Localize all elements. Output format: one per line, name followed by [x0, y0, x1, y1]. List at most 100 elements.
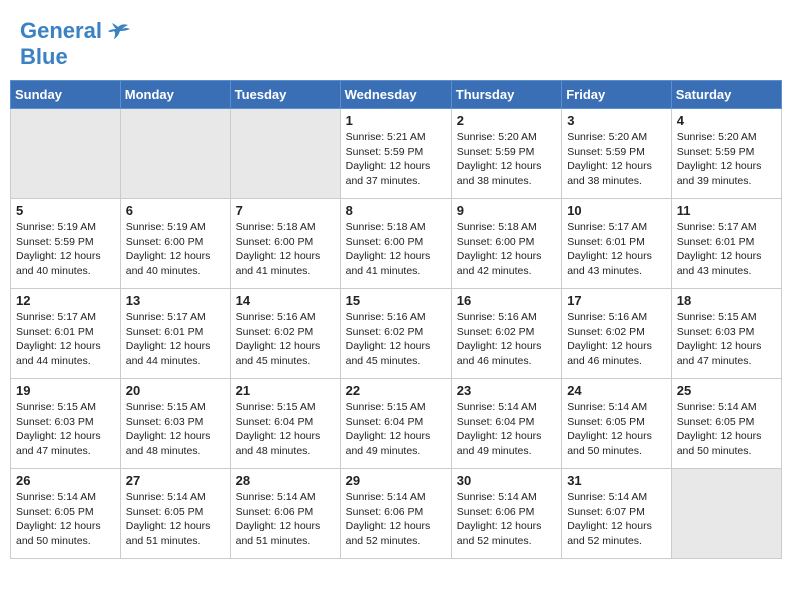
day-info: Sunrise: 5:14 AM Sunset: 6:06 PM Dayligh…	[236, 490, 335, 549]
calendar-cell: 2 Sunrise: 5:20 AM Sunset: 5:59 PM Daylig…	[451, 109, 561, 199]
day-info: Sunrise: 5:17 AM Sunset: 6:01 PM Dayligh…	[126, 310, 225, 369]
day-number: 26	[16, 473, 115, 488]
calendar-cell: 20 Sunrise: 5:15 AM Sunset: 6:03 PM Dayli…	[120, 379, 230, 469]
day-number: 1	[346, 113, 446, 128]
day-info: Sunrise: 5:18 AM Sunset: 6:00 PM Dayligh…	[236, 220, 335, 279]
day-number: 11	[677, 203, 776, 218]
calendar-cell: 5 Sunrise: 5:19 AM Sunset: 5:59 PM Daylig…	[11, 199, 121, 289]
calendar-cell: 8 Sunrise: 5:18 AM Sunset: 6:00 PM Daylig…	[340, 199, 451, 289]
calendar-cell	[230, 109, 340, 199]
calendar-cell: 9 Sunrise: 5:18 AM Sunset: 6:00 PM Daylig…	[451, 199, 561, 289]
calendar-cell: 30 Sunrise: 5:14 AM Sunset: 6:06 PM Dayli…	[451, 469, 561, 559]
day-number: 20	[126, 383, 225, 398]
day-number: 28	[236, 473, 335, 488]
calendar-cell: 1Sunrise: 5:21 AM Sunset: 5:59 PM Daylig…	[340, 109, 451, 199]
day-info: Sunrise: 5:14 AM Sunset: 6:05 PM Dayligh…	[677, 400, 776, 459]
day-info: Sunrise: 5:17 AM Sunset: 6:01 PM Dayligh…	[677, 220, 776, 279]
calendar-cell: 17Sunrise: 5:16 AM Sunset: 6:02 PM Dayli…	[562, 289, 672, 379]
day-number: 2	[457, 113, 556, 128]
calendar-cell: 15 Sunrise: 5:16 AM Sunset: 6:02 PM Dayli…	[340, 289, 451, 379]
day-number: 15	[346, 293, 446, 308]
calendar-cell	[120, 109, 230, 199]
day-number: 27	[126, 473, 225, 488]
day-info: Sunrise: 5:19 AM Sunset: 5:59 PM Dayligh…	[16, 220, 115, 279]
day-number: 8	[346, 203, 446, 218]
day-info: Sunrise: 5:15 AM Sunset: 6:03 PM Dayligh…	[126, 400, 225, 459]
day-number: 18	[677, 293, 776, 308]
calendar-cell: 4 Sunrise: 5:20 AM Sunset: 5:59 PM Daylig…	[671, 109, 781, 199]
day-info: Sunrise: 5:18 AM Sunset: 6:00 PM Dayligh…	[457, 220, 556, 279]
calendar-cell: 13 Sunrise: 5:17 AM Sunset: 6:01 PM Dayli…	[120, 289, 230, 379]
calendar-cell	[671, 469, 781, 559]
day-number: 10	[567, 203, 666, 218]
logo-text: GeneralBlue	[20, 18, 102, 70]
calendar-cell: 29 Sunrise: 5:14 AM Sunset: 6:06 PM Dayli…	[340, 469, 451, 559]
day-info: Sunrise: 5:16 AM Sunset: 6:02 PM Dayligh…	[567, 310, 666, 369]
day-info: Sunrise: 5:20 AM Sunset: 5:59 PM Dayligh…	[567, 130, 666, 189]
calendar-cell: 6Sunrise: 5:19 AM Sunset: 6:00 PM Daylig…	[120, 199, 230, 289]
calendar-week-4: 19Sunrise: 5:15 AM Sunset: 6:03 PM Dayli…	[11, 379, 782, 469]
day-number: 12	[16, 293, 115, 308]
day-number: 6	[126, 203, 225, 218]
calendar-cell: 3 Sunrise: 5:20 AM Sunset: 5:59 PM Daylig…	[562, 109, 672, 199]
weekday-header-saturday: Saturday	[671, 81, 781, 109]
day-info: Sunrise: 5:14 AM Sunset: 6:06 PM Dayligh…	[457, 490, 556, 549]
calendar-week-2: 5 Sunrise: 5:19 AM Sunset: 5:59 PM Daylig…	[11, 199, 782, 289]
weekday-header-thursday: Thursday	[451, 81, 561, 109]
calendar-cell: 26 Sunrise: 5:14 AM Sunset: 6:05 PM Dayli…	[11, 469, 121, 559]
day-info: Sunrise: 5:14 AM Sunset: 6:07 PM Dayligh…	[567, 490, 666, 549]
day-number: 5	[16, 203, 115, 218]
day-number: 13	[126, 293, 225, 308]
calendar-cell: 11 Sunrise: 5:17 AM Sunset: 6:01 PM Dayli…	[671, 199, 781, 289]
day-number: 3	[567, 113, 666, 128]
calendar-cell	[11, 109, 121, 199]
day-number: 16	[457, 293, 556, 308]
day-number: 29	[346, 473, 446, 488]
calendar-week-3: 12 Sunrise: 5:17 AM Sunset: 6:01 PM Dayli…	[11, 289, 782, 379]
calendar-cell: 27 Sunrise: 5:14 AM Sunset: 6:05 PM Dayli…	[120, 469, 230, 559]
day-number: 9	[457, 203, 556, 218]
calendar-cell: 7Sunrise: 5:18 AM Sunset: 6:00 PM Daylig…	[230, 199, 340, 289]
day-info: Sunrise: 5:15 AM Sunset: 6:04 PM Dayligh…	[346, 400, 446, 459]
calendar-cell: 19Sunrise: 5:15 AM Sunset: 6:03 PM Dayli…	[11, 379, 121, 469]
day-number: 14	[236, 293, 335, 308]
calendar-cell: 23 Sunrise: 5:14 AM Sunset: 6:04 PM Dayli…	[451, 379, 561, 469]
calendar-cell: 25 Sunrise: 5:14 AM Sunset: 6:05 PM Dayli…	[671, 379, 781, 469]
calendar-cell: 18Sunrise: 5:15 AM Sunset: 6:03 PM Dayli…	[671, 289, 781, 379]
page-header: GeneralBlue	[10, 10, 782, 74]
day-info: Sunrise: 5:20 AM Sunset: 5:59 PM Dayligh…	[457, 130, 556, 189]
day-number: 30	[457, 473, 556, 488]
weekday-header-row: SundayMondayTuesdayWednesdayThursdayFrid…	[11, 81, 782, 109]
calendar-week-5: 26 Sunrise: 5:14 AM Sunset: 6:05 PM Dayli…	[11, 469, 782, 559]
day-info: Sunrise: 5:14 AM Sunset: 6:05 PM Dayligh…	[567, 400, 666, 459]
day-info: Sunrise: 5:18 AM Sunset: 6:00 PM Dayligh…	[346, 220, 446, 279]
day-info: Sunrise: 5:14 AM Sunset: 6:05 PM Dayligh…	[126, 490, 225, 549]
day-info: Sunrise: 5:14 AM Sunset: 6:06 PM Dayligh…	[346, 490, 446, 549]
calendar-cell: 31Sunrise: 5:14 AM Sunset: 6:07 PM Dayli…	[562, 469, 672, 559]
day-info: Sunrise: 5:14 AM Sunset: 6:04 PM Dayligh…	[457, 400, 556, 459]
day-info: Sunrise: 5:14 AM Sunset: 6:05 PM Dayligh…	[16, 490, 115, 549]
day-info: Sunrise: 5:17 AM Sunset: 6:01 PM Dayligh…	[16, 310, 115, 369]
day-number: 22	[346, 383, 446, 398]
day-number: 25	[677, 383, 776, 398]
day-number: 24	[567, 383, 666, 398]
weekday-header-friday: Friday	[562, 81, 672, 109]
day-number: 21	[236, 383, 335, 398]
day-info: Sunrise: 5:15 AM Sunset: 6:04 PM Dayligh…	[236, 400, 335, 459]
calendar-week-1: 1Sunrise: 5:21 AM Sunset: 5:59 PM Daylig…	[11, 109, 782, 199]
day-number: 4	[677, 113, 776, 128]
calendar-cell: 28 Sunrise: 5:14 AM Sunset: 6:06 PM Dayli…	[230, 469, 340, 559]
calendar-cell: 24 Sunrise: 5:14 AM Sunset: 6:05 PM Dayli…	[562, 379, 672, 469]
day-info: Sunrise: 5:16 AM Sunset: 6:02 PM Dayligh…	[346, 310, 446, 369]
calendar-cell: 10Sunrise: 5:17 AM Sunset: 6:01 PM Dayli…	[562, 199, 672, 289]
day-info: Sunrise: 5:16 AM Sunset: 6:02 PM Dayligh…	[457, 310, 556, 369]
day-info: Sunrise: 5:20 AM Sunset: 5:59 PM Dayligh…	[677, 130, 776, 189]
logo-bird-icon	[104, 19, 132, 47]
calendar-cell: 21 Sunrise: 5:15 AM Sunset: 6:04 PM Dayli…	[230, 379, 340, 469]
weekday-header-wednesday: Wednesday	[340, 81, 451, 109]
calendar-table: SundayMondayTuesdayWednesdayThursdayFrid…	[10, 80, 782, 559]
weekday-header-monday: Monday	[120, 81, 230, 109]
calendar-cell: 22 Sunrise: 5:15 AM Sunset: 6:04 PM Dayli…	[340, 379, 451, 469]
calendar-cell: 12 Sunrise: 5:17 AM Sunset: 6:01 PM Dayli…	[11, 289, 121, 379]
day-number: 23	[457, 383, 556, 398]
